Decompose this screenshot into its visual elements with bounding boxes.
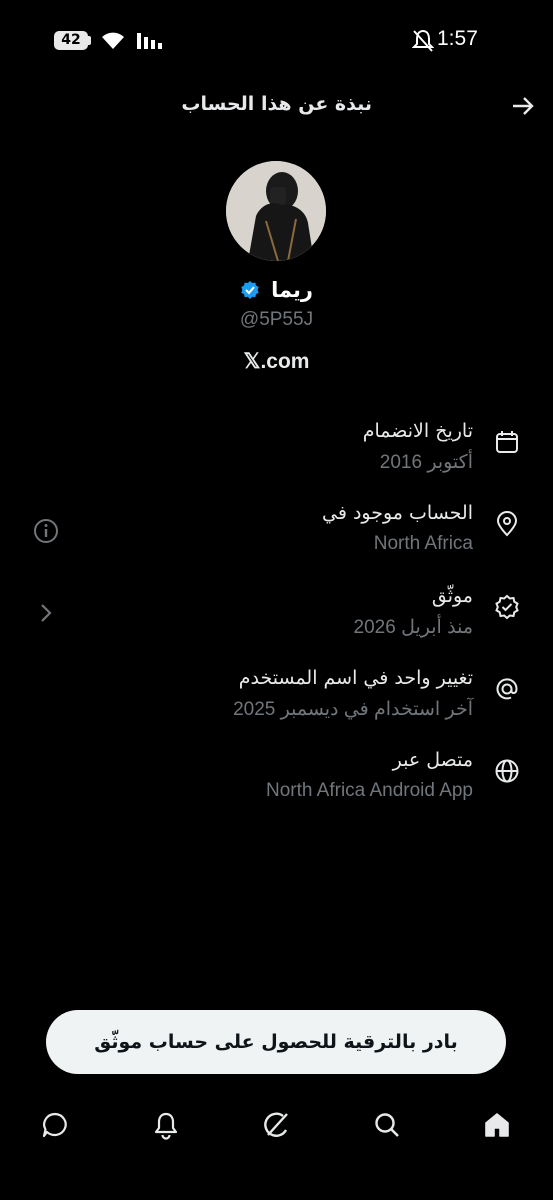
profile-name: ريما xyxy=(271,278,314,302)
clock: 1:57 xyxy=(437,27,478,50)
signal-icon xyxy=(137,33,162,49)
info-title: تغيير واحد في اسم المستخدم xyxy=(238,667,473,689)
info-title: متصل عبر xyxy=(392,749,473,771)
battery-indicator: 42 xyxy=(54,31,88,50)
info-item-location: الحساب موجود في North Africa xyxy=(0,502,553,572)
info-subtitle: North Africa xyxy=(373,533,473,554)
info-item-username-changes: تغيير واحد في اسم المستخدم آخر استخدام ف… xyxy=(0,667,553,737)
info-subtitle: أكتوبر 2016 xyxy=(379,452,473,473)
upgrade-button[interactable]: بادر بالترقية للحصول على حساب موثّق xyxy=(46,1010,506,1074)
page-title: نبذة عن هذا الحساب xyxy=(181,93,372,115)
grok-icon[interactable] xyxy=(262,1110,292,1140)
info-item-joined: تاريخ الانضمام أكتوبر 2016 xyxy=(0,420,553,490)
location-pin-icon xyxy=(496,511,518,537)
globe-icon xyxy=(495,759,519,783)
chat-icon[interactable] xyxy=(40,1110,70,1140)
wifi-icon xyxy=(102,32,124,49)
verified-badge-icon xyxy=(241,281,259,299)
chevron-right-icon[interactable] xyxy=(33,600,59,626)
at-sign-icon xyxy=(496,678,518,700)
home-icon[interactable] xyxy=(482,1110,512,1140)
avatar[interactable] xyxy=(226,161,326,261)
info-subtitle: آخر استخدام في ديسمبر 2025 xyxy=(233,699,473,720)
profile-name-row: ريما xyxy=(0,278,553,302)
status-bar: 42 1:57 xyxy=(0,0,553,80)
bell-icon[interactable] xyxy=(151,1110,181,1140)
calendar-icon xyxy=(496,431,518,453)
info-title: تاريخ الانضمام xyxy=(362,420,473,442)
header: نبذة عن هذا الحساب xyxy=(0,82,553,130)
battery-tip xyxy=(88,36,91,45)
info-circle-icon[interactable] xyxy=(33,518,59,544)
info-subtitle: منذ أبريل 2026 xyxy=(353,617,473,638)
info-title: الحساب موجود في xyxy=(322,502,473,524)
profile-handle: @5P55J xyxy=(239,309,314,330)
verified-badge-icon xyxy=(495,594,519,620)
back-arrow-icon[interactable] xyxy=(510,93,536,119)
info-subtitle: North Africa Android App xyxy=(265,780,473,801)
info-item-connected-via: متصل عبر North Africa Android App xyxy=(0,749,553,819)
search-icon[interactable] xyxy=(372,1110,402,1140)
bottom-nav xyxy=(0,1100,553,1155)
mute-bell-icon xyxy=(412,29,434,52)
info-title: موثّق xyxy=(431,585,473,607)
profile-website[interactable]: 𝕏.com xyxy=(0,349,553,374)
info-item-verified[interactable]: موثّق منذ أبريل 2026 xyxy=(0,585,553,655)
